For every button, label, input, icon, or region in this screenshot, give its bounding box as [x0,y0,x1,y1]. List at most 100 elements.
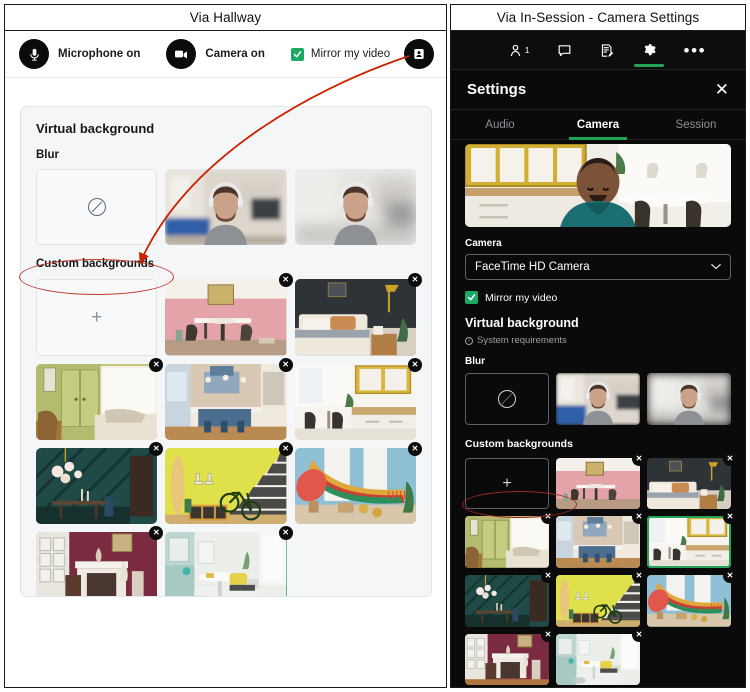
virtual-background-card: Virtual background Blur Custom backgroun… [20,106,432,597]
background-yellow-stairs-bike[interactable] [165,447,287,525]
custom-bg-cell: ✕ [165,273,293,356]
system-requirements-link[interactable]: i System requirements [465,335,731,346]
remove-background-button[interactable]: ✕ [278,526,293,541]
panel-hallway: Via Hallway Microphone on Camera on Mirr… [4,4,447,688]
camera-label: Camera on [205,48,265,60]
background-green-hallway-bench[interactable] [465,516,549,569]
background-teal-geometric-dining[interactable] [36,447,158,525]
background-mint-breakfast-nook[interactable] [556,633,640,686]
camera-select-value: FaceTime HD Camera [475,261,590,273]
hallway-toolbar: Microphone on Camera on Mirror my video [5,31,446,78]
camera-control[interactable]: Camera on [166,39,265,69]
plus-icon: + [502,474,512,492]
custom-bg-cell: ✕ [556,569,646,627]
custom-bg-cell: ✕ [647,510,737,569]
panel-left-body: Microphone on Camera on Mirror my video … [5,31,446,687]
custom-bg-cell: ✕ [556,451,646,510]
person-icon[interactable]: 1 [508,43,530,58]
hallway-view: Microphone on Camera on Mirror my video … [5,31,446,687]
person-badge-icon[interactable] [404,39,434,69]
microphone-control[interactable]: Microphone on [19,39,140,69]
plus-icon: + [91,306,103,328]
blur-option-slight[interactable] [556,373,640,425]
remove-background-button[interactable]: ✕ [408,441,422,456]
custom-bg-cell: ✕ [165,441,293,525]
tab-audio[interactable]: Audio [451,110,549,139]
remove-background-button[interactable]: ✕ [541,569,555,584]
remove-background-button[interactable]: ✕ [149,441,164,456]
system-requirements-label: System requirements [477,335,567,346]
remove-background-button[interactable]: ✕ [541,627,555,642]
background-burgundy-fireplace[interactable] [465,633,549,686]
mirror-my-video-checkbox-dark[interactable]: Mirror my video [465,291,731,304]
custom-bg-cell: ✕ [647,569,737,627]
custom-bg-cell: ✕ [294,357,422,440]
checkbox-checked-icon[interactable] [290,47,304,61]
custom-bg-cell: ✕ [465,569,555,627]
camera-preview [465,144,731,227]
remove-background-button[interactable]: ✕ [632,569,646,584]
background-yellow-cabinet-kitchen[interactable] [294,363,416,440]
camera-select[interactable]: FaceTime HD Camera [465,254,731,280]
add-background-button[interactable]: + [465,457,549,510]
background-burgundy-fireplace[interactable] [36,532,158,596]
background-teal-geometric-dining[interactable] [465,575,549,627]
mirror-my-video-checkbox[interactable]: Mirror my video [290,47,390,61]
remove-background-button[interactable]: ✕ [149,357,164,372]
remove-background-button[interactable]: ✕ [723,510,737,525]
microphone-icon[interactable] [19,39,49,69]
background-mint-breakfast-nook[interactable] [165,532,287,596]
custom-bg-cell: ✕ [465,627,555,686]
background-pink-dining-room[interactable] [165,279,287,356]
background-dark-bedroom[interactable] [647,457,731,510]
remove-background-button[interactable]: ✕ [408,273,422,288]
blur-option-none[interactable] [465,373,549,425]
camera-settings-scroll[interactable]: Camera FaceTime HD Camera Mirror my vide… [451,141,745,687]
remove-background-button[interactable]: ✕ [632,510,646,525]
custom-bg-cell: ✕ [465,510,555,569]
background-hammock-sunroom[interactable] [647,575,731,627]
custom-bg-cell: ✕ [36,357,164,440]
remove-background-button[interactable]: ✕ [149,526,164,541]
blur-options-grid [36,169,416,246]
virtual-background-title: Virtual background [465,316,579,330]
background-yellow-cabinet-kitchen[interactable] [647,516,731,569]
remove-background-button[interactable]: ✕ [278,357,293,372]
session-settings-view: 1 ••• Settings ✕ Audio Camera Session Ca… [451,31,745,687]
background-blue-kitchen-island[interactable] [556,516,640,569]
remove-background-button[interactable]: ✕ [723,569,737,584]
blur-option-full[interactable] [294,169,416,246]
panel-in-session: Via In-Session - Camera Settings 1 ••• S… [450,4,746,688]
custom-bg-cell: ✕ [36,441,164,525]
chat-bubble-icon[interactable] [557,43,572,58]
video-camera-icon[interactable] [166,39,197,69]
blur-option-full[interactable] [647,373,731,425]
custom-bg-cell: ✕ [36,526,164,596]
gear-icon[interactable] [641,42,657,58]
remove-background-button[interactable]: ✕ [408,357,422,372]
remove-background-button[interactable]: ✕ [541,510,555,525]
background-blue-kitchen-island[interactable] [165,363,287,440]
blur-section-label: Blur [36,149,59,161]
background-hammock-sunroom[interactable] [294,447,416,525]
background-green-hallway-bench[interactable] [36,363,158,440]
checkbox-checked-icon[interactable] [465,291,478,304]
tab-session[interactable]: Session [647,110,745,139]
background-dark-bedroom[interactable] [294,279,416,356]
ellipsis-icon[interactable]: ••• [684,42,707,59]
remove-background-button[interactable]: ✕ [723,451,737,466]
background-yellow-stairs-bike[interactable] [556,575,640,627]
info-icon: i [465,336,473,345]
add-background-button[interactable]: + [36,279,158,356]
background-pink-dining-room[interactable] [556,457,640,510]
close-icon[interactable]: ✕ [715,81,729,98]
remove-background-button[interactable]: ✕ [278,273,293,288]
remove-background-button[interactable]: ✕ [632,627,646,642]
remove-background-button[interactable]: ✕ [278,441,293,456]
remove-background-button[interactable]: ✕ [632,451,646,466]
tab-camera[interactable]: Camera [549,110,647,139]
custom-bg-cell: ✕ [556,510,646,569]
blur-option-slight[interactable] [165,169,287,246]
blur-option-none[interactable] [36,169,158,246]
notes-icon[interactable] [599,43,614,58]
